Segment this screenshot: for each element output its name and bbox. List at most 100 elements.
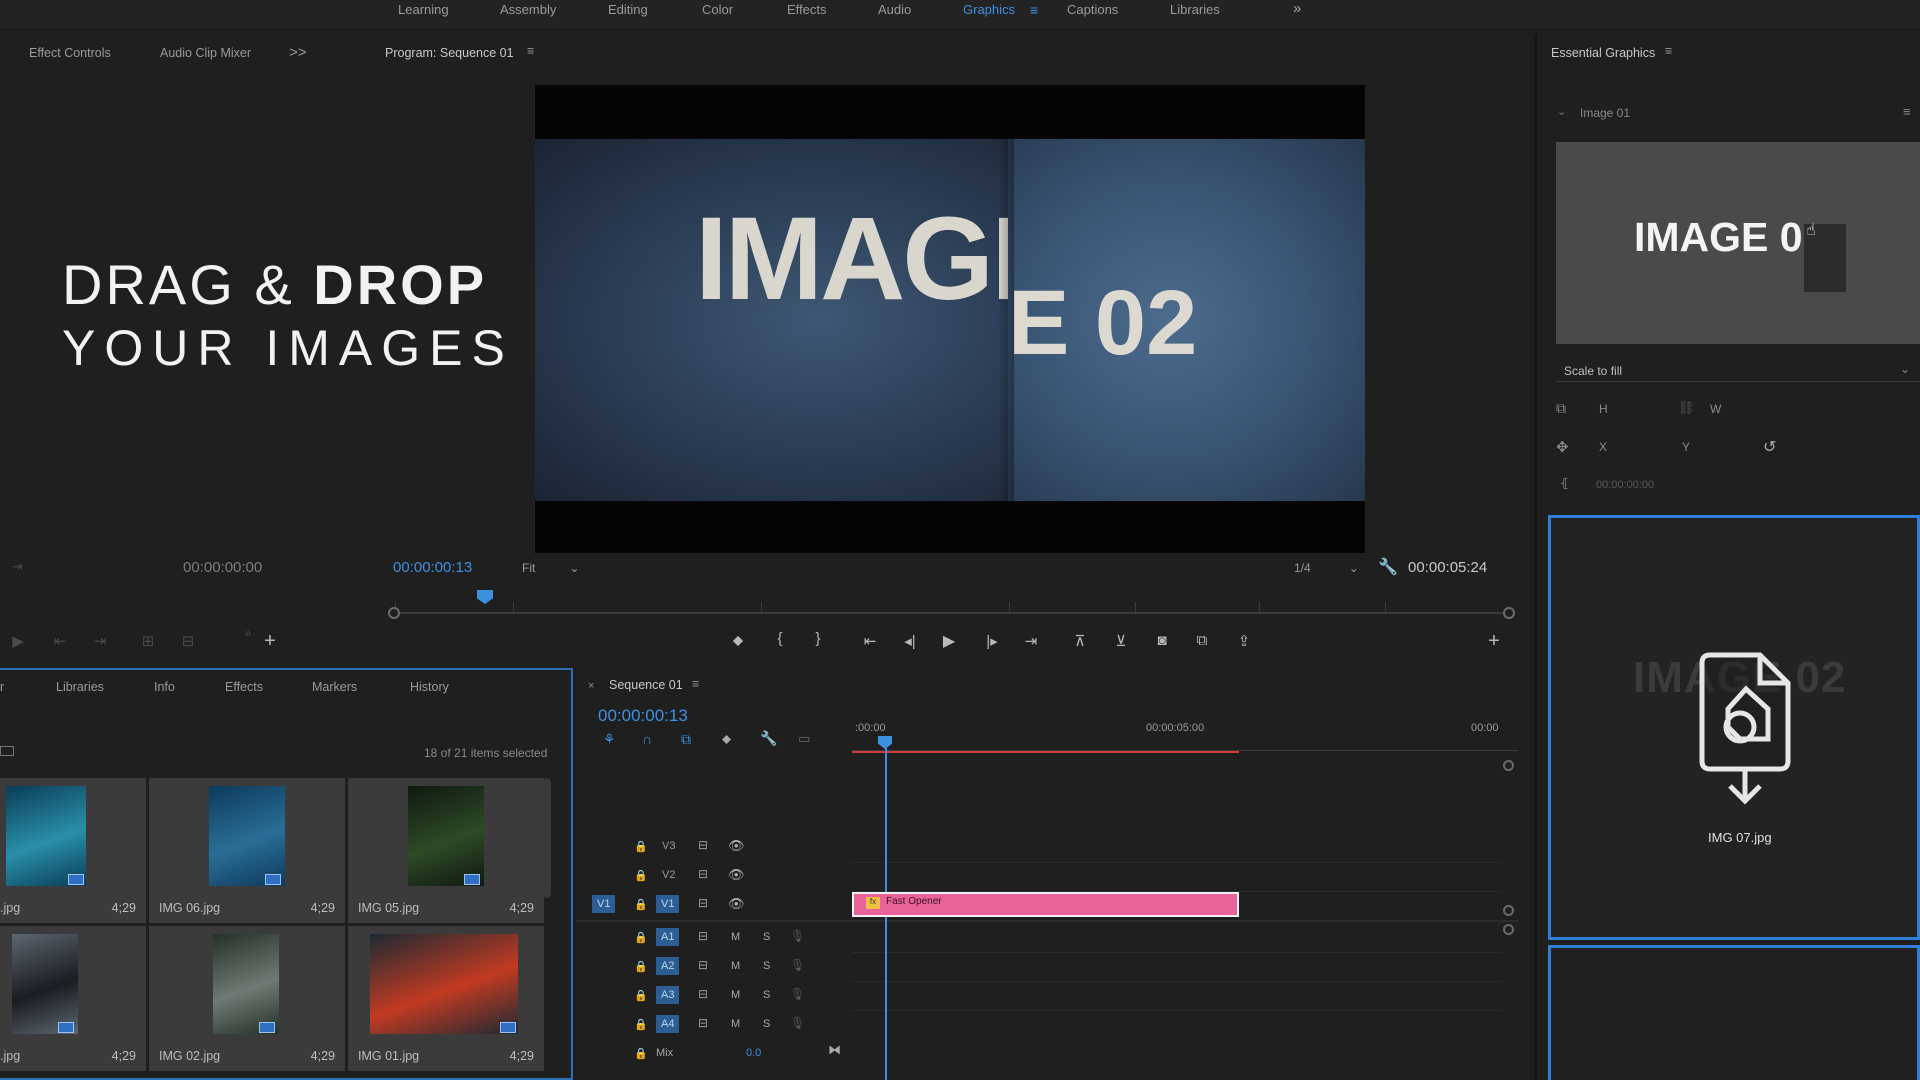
v-scroll-handle[interactable] — [1503, 760, 1514, 771]
bin-item[interactable]: IMG 02.jpg 4;29 — [149, 926, 345, 1071]
tab-effects[interactable]: Effects — [225, 680, 263, 694]
close-tab-icon[interactable]: × — [588, 680, 594, 692]
workspace-tab-captions[interactable]: Captions — [1067, 2, 1118, 17]
overwrite-dim-icon[interactable]: ⊟ — [176, 632, 200, 650]
timeline-menu-icon[interactable]: ≡ — [692, 677, 699, 691]
mic-icon[interactable]: 🎙 — [790, 987, 805, 1001]
add-marker-icon[interactable]: ⬥ — [722, 731, 731, 747]
mic-icon[interactable]: 🎙 — [790, 958, 805, 972]
eye-icon[interactable]: 👁 — [728, 896, 745, 912]
share-icon[interactable]: ⇪ — [1232, 632, 1256, 650]
chevron-down-icon[interactable]: ⌄ — [1557, 105, 1566, 118]
play-button-icon[interactable]: ▶ — [937, 631, 961, 651]
lock-icon[interactable]: 🔒 — [634, 840, 648, 853]
source-patch-v1[interactable]: V1 — [592, 895, 616, 913]
bin-item[interactable]: IMG 05.jpg 4;29 — [348, 778, 544, 923]
sync-lock-icon[interactable]: ⊟ — [698, 1016, 708, 1030]
workspace-tab-assembly[interactable]: Assembly — [500, 2, 556, 17]
mark-in-dim-icon[interactable]: ⇤ — [48, 632, 72, 650]
image-drop-zone[interactable]: IMAGE 02 IMG 07.jpg — [1548, 515, 1920, 940]
wrench-icon[interactable]: 🔧 — [1378, 557, 1398, 577]
track-v1-label[interactable]: V1 — [656, 895, 680, 913]
track-v2-label[interactable]: V2 — [662, 869, 675, 881]
mark-in-icon[interactable]: { — [768, 630, 792, 647]
timeline-timecode[interactable]: 00:00:00:13 — [598, 706, 688, 726]
workspace-menu-icon[interactable]: ≡ — [1030, 2, 1038, 18]
resize-icon[interactable]: ⧉ — [1556, 400, 1566, 417]
mix-value[interactable]: 0.0 — [746, 1047, 761, 1059]
track-a4-label[interactable]: A4 — [656, 1015, 680, 1033]
program-scrub-ruler[interactable] — [395, 602, 1509, 614]
step-forward-icon[interactable]: |▸ — [980, 632, 1004, 650]
tab-effect-controls[interactable]: Effect Controls — [29, 46, 111, 60]
panel-overflow-icon[interactable]: >> — [289, 44, 307, 61]
sync-lock-icon[interactable]: ⊟ — [698, 958, 708, 972]
mute-button[interactable]: M — [731, 931, 740, 943]
tab-project[interactable]: r — [0, 680, 4, 694]
scrub-end-handle[interactable] — [1503, 607, 1515, 619]
export-frame-icon[interactable]: ◙ — [1150, 632, 1174, 649]
timeline-title[interactable]: Sequence 01 — [609, 678, 683, 692]
program-video-frame[interactable]: IMAGE E 02 — [535, 85, 1365, 553]
sync-lock-icon[interactable]: ⊟ — [698, 896, 708, 910]
insert-dim-icon[interactable]: ⊞ — [136, 632, 160, 650]
lock-icon[interactable]: 🔒 — [634, 960, 648, 973]
bin-item[interactable]: .jpg 4;29 — [0, 926, 146, 1071]
sync-lock-icon[interactable]: ⊟ — [698, 838, 708, 852]
tab-history[interactable]: History — [410, 680, 449, 694]
track-scroll-handle[interactable] — [1503, 924, 1514, 935]
mic-icon[interactable]: 🎙 — [790, 929, 805, 943]
mic-icon[interactable]: 🎙 — [790, 1016, 805, 1030]
track-a1-label[interactable]: A1 — [656, 928, 680, 946]
linked-selection-icon[interactable]: ⧉ — [681, 731, 691, 748]
folder-icon[interactable] — [0, 746, 14, 756]
sync-lock-icon[interactable]: ⊟ — [698, 987, 708, 1001]
mark-out-icon[interactable]: } — [806, 630, 830, 647]
go-to-in-icon[interactable]: ⇤ — [858, 632, 882, 650]
essential-graphics-menu-icon[interactable]: ≡ — [1665, 44, 1672, 58]
graphic-preview[interactable]: IMAGE 0 ☝ — [1556, 142, 1920, 344]
solo-button[interactable]: S — [763, 989, 770, 1001]
bin-item[interactable]: IMG 06.jpg 4;29 — [149, 778, 345, 923]
lock-icon[interactable]: 🔒 — [634, 869, 648, 882]
workspace-tab-graphics[interactable]: Graphics — [963, 2, 1015, 17]
lock-icon[interactable]: 🔒 — [634, 898, 648, 911]
program-menu-icon[interactable]: ≡ — [527, 44, 534, 58]
sync-lock-icon[interactable]: ⊟ — [698, 929, 708, 943]
image-drop-zone-secondary[interactable] — [1548, 945, 1920, 1080]
resolution-select[interactable]: 1/4 ⌄ — [1294, 561, 1359, 575]
tab-audio-clip-mixer[interactable]: Audio Clip Mixer — [160, 46, 251, 60]
scrub-start-handle[interactable] — [388, 607, 400, 619]
lock-icon[interactable]: 🔒 — [634, 989, 648, 1002]
lock-icon[interactable]: 🔒 — [634, 1018, 648, 1031]
track-scroll-handle[interactable] — [1503, 905, 1514, 916]
zoom-fit-select[interactable]: Fit ⌄ — [522, 561, 579, 575]
workspace-overflow-icon[interactable]: » — [1293, 0, 1301, 17]
workspace-tab-learning[interactable]: Learning — [398, 2, 449, 17]
add-marker-small-icon[interactable]: ⇥ — [12, 559, 23, 575]
track-a2-label[interactable]: A2 — [656, 957, 680, 975]
more-dim-icon[interactable]: » — [236, 626, 260, 640]
bin-item[interactable]: .jpg 4;29 — [0, 778, 146, 923]
solo-button[interactable]: S — [763, 931, 770, 943]
mute-button[interactable]: M — [731, 960, 740, 972]
tab-libraries[interactable]: Libraries — [56, 680, 104, 694]
program-current-timecode[interactable]: 00:00:00:13 — [393, 559, 472, 576]
tab-markers[interactable]: Markers — [312, 680, 357, 694]
comparison-view-icon[interactable]: ⧉ — [1190, 632, 1214, 649]
solo-button[interactable]: S — [763, 1018, 770, 1030]
track-a3-label[interactable]: A3 — [656, 986, 680, 1004]
essential-graphics-title[interactable]: Essential Graphics — [1551, 46, 1655, 60]
workspace-tab-effects[interactable]: Effects — [787, 2, 827, 17]
captions-icon[interactable]: ▭ — [798, 731, 810, 747]
workspace-tab-audio[interactable]: Audio — [878, 2, 911, 17]
eye-icon[interactable]: 👁 — [728, 838, 745, 854]
bin-scrollbar[interactable] — [543, 778, 551, 898]
sync-lock-icon[interactable]: ⊟ — [698, 867, 708, 881]
workspace-tab-editing[interactable]: Editing — [608, 2, 648, 17]
scale-mode-select[interactable]: Scale to fill ⌄ — [1556, 362, 1920, 382]
bin-item[interactable]: IMG 01.jpg 4;29 — [348, 926, 544, 1071]
tab-info[interactable]: Info — [154, 680, 175, 694]
step-back-icon[interactable]: ◂| — [898, 632, 922, 650]
mix-end-icon[interactable]: ⧓ — [828, 1042, 841, 1058]
